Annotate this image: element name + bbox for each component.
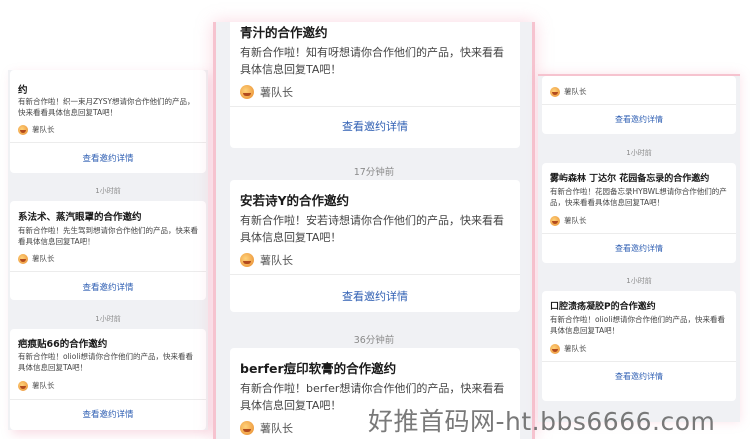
- sender-avatar: [240, 421, 254, 435]
- view-invite-link[interactable]: 查看邀约详情: [10, 281, 206, 293]
- sender-avatar: [550, 215, 560, 226]
- timestamp: 1小时前: [95, 187, 121, 195]
- view-invite-link[interactable]: 查看邀约详情: [542, 114, 736, 125]
- sender-name: 薯队长: [564, 216, 587, 225]
- invite-card: 雾屿森林 丁达尔 花园备忘录的合作邀约 有新合作啦！花园备忘录HYBWL想请你合…: [542, 163, 736, 263]
- sender-name: 薯队长: [32, 381, 55, 390]
- divider: [10, 142, 206, 143]
- invite-title: 约: [18, 85, 28, 96]
- divider: [230, 274, 520, 275]
- invite-card: 薯队长 查看邀约详情: [542, 76, 736, 134]
- sender-avatar: [240, 253, 254, 267]
- invite-title: 青汁的合作邀约: [240, 25, 328, 40]
- timestamp: 36分钟前: [353, 335, 395, 346]
- sender-row: 薯队长: [550, 86, 587, 97]
- invite-description: 有新合作啦！织一束月ZYSY想请你合作他们的产品，快来看看具体信息回复TA吧！: [18, 97, 195, 117]
- invite-title: 口腔溃疡凝胶P的合作邀约: [550, 302, 656, 312]
- sender-avatar: [18, 253, 28, 264]
- view-invite-link[interactable]: 查看邀约详情: [10, 408, 206, 420]
- view-invite-link[interactable]: 查看邀约详情: [542, 371, 736, 382]
- view-invite-link[interactable]: 查看邀约详情: [542, 243, 736, 254]
- invite-description: 有新合作啦！olioli想请你合作他们的产品，快来看看具体信息回复TA吧！: [18, 352, 194, 372]
- sender-row: 薯队长: [18, 253, 55, 264]
- divider: [10, 399, 206, 400]
- sender-name: 薯队长: [32, 254, 55, 263]
- sender-row: 薯队长: [240, 420, 293, 436]
- sender-name: 薯队长: [32, 125, 55, 134]
- invite-card: 系法术、蒸汽眼罩的合作邀约 有新合作啦！先生驾到想请你合作他们的产品，快来看看具…: [10, 201, 206, 300]
- sender-row: 薯队长: [240, 84, 293, 100]
- divider: [230, 106, 520, 107]
- left-screenshot-panel: 约 有新合作啦！织一束月ZYSY想请你合作他们的产品，快来看看具体信息回复TA吧…: [8, 70, 208, 430]
- invite-description: 有新合作啦！知有呀想请你合作他们的产品，快来看看具体信息回复TA吧！: [240, 46, 504, 76]
- sender-name: 薯队长: [260, 86, 293, 99]
- view-invite-link[interactable]: 查看邀约详情: [10, 152, 206, 164]
- divider: [542, 361, 736, 362]
- sender-name: 薯队长: [260, 254, 293, 267]
- view-invite-link[interactable]: 查看邀约详情: [230, 118, 520, 134]
- sender-avatar: [550, 86, 560, 97]
- site-watermark: 好推首码网-ht.bbs6666.com: [368, 407, 716, 436]
- timestamp: 1小时前: [626, 149, 652, 157]
- invite-card: 安若诗Y的合作邀约 有新合作啦！安若诗想请你合作他们的产品，快来看看具体信息回复…: [230, 180, 520, 312]
- invite-description: 有新合作啦！olioli想请你合作他们的产品，快来看看具体信息回复TA吧！: [550, 315, 726, 335]
- invite-title: 安若诗Y的合作邀约: [240, 193, 350, 208]
- sender-row: 薯队长: [18, 124, 55, 135]
- invite-card: 口腔溃疡凝胶P的合作邀约 有新合作啦！olioli想请你合作他们的产品，快来看看…: [542, 291, 736, 401]
- invite-description: 有新合作啦！花园备忘录HYBWL想请你合作他们的产品，快来看看具体信息回复TA吧…: [550, 187, 727, 207]
- timestamp: 1小时前: [95, 315, 121, 323]
- invite-description: 有新合作啦！先生驾到想请你合作他们的产品，快来看看具体信息回复TA吧！: [18, 226, 198, 246]
- sender-name: 薯队长: [564, 344, 587, 353]
- divider: [10, 271, 206, 272]
- invite-card: 约 有新合作啦！织一束月ZYSY想请你合作他们的产品，快来看看具体信息回复TA吧…: [10, 70, 206, 173]
- sender-avatar: [240, 85, 254, 99]
- right-screenshot-panel: 薯队长 查看邀约详情 1小时前 雾屿森林 丁达尔 花园备忘录的合作邀约 有新合作…: [538, 74, 740, 422]
- sender-name: 薯队长: [260, 422, 293, 435]
- sender-avatar: [18, 380, 28, 391]
- invite-title: 雾屿森林 丁达尔 花园备忘录的合作邀约: [550, 174, 710, 184]
- sender-row: 薯队长: [550, 215, 587, 226]
- invite-description: 有新合作啦！安若诗想请你合作他们的产品，快来看看具体信息回复TA吧！: [240, 214, 504, 244]
- invite-card: 疤痕贴66的合作邀约 有新合作啦！olioli想请你合作他们的产品，快来看看具体…: [10, 329, 206, 430]
- sender-avatar: [550, 343, 560, 354]
- sender-row: 薯队长: [240, 252, 293, 268]
- invite-title: 系法术、蒸汽眼罩的合作邀约: [18, 212, 142, 223]
- sender-avatar: [18, 124, 28, 135]
- invite-title: 疤痕贴66的合作邀约: [18, 339, 108, 350]
- invite-card: 青汁的合作邀约 有新合作啦！知有呀想请你合作他们的产品，快来看看具体信息回复TA…: [230, 22, 520, 148]
- sender-name: 薯队长: [564, 87, 587, 96]
- timestamp: 17分钟前: [353, 167, 395, 178]
- sender-row: 薯队长: [550, 343, 587, 354]
- view-invite-link[interactable]: 查看邀约详情: [230, 288, 520, 304]
- invite-title: berfer痘印软膏的合作邀约: [240, 361, 397, 376]
- divider: [542, 233, 736, 234]
- divider: [542, 104, 736, 105]
- timestamp: 1小时前: [626, 277, 652, 285]
- center-screenshot-panel: 青汁的合作邀约 有新合作啦！知有呀想请你合作他们的产品，快来看看具体信息回复TA…: [213, 22, 535, 439]
- sender-row: 薯队长: [18, 380, 55, 391]
